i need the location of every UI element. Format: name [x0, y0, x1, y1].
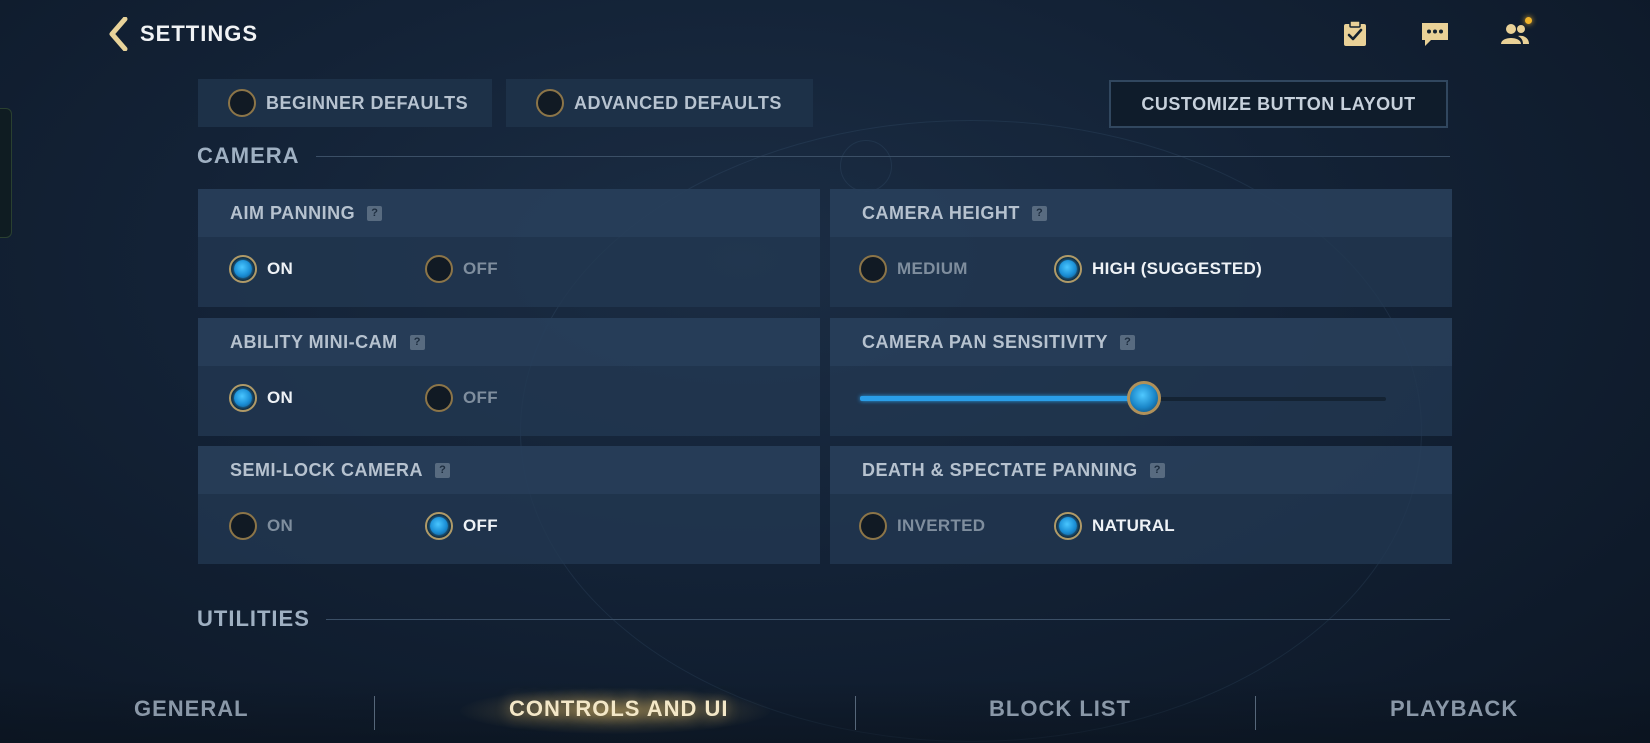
help-icon[interactable]: ? [1120, 334, 1136, 350]
option-natural[interactable]: NATURAL [1054, 512, 1175, 540]
setting-options: ON OFF [198, 494, 820, 564]
help-icon[interactable]: ? [1149, 462, 1165, 478]
advanced-defaults-button[interactable]: ADVANCED DEFAULTS [506, 79, 813, 127]
option-label: OFF [463, 259, 498, 278]
option-label: HIGH (SUGGESTED) [1092, 259, 1263, 278]
radio-unselected[interactable] [425, 255, 453, 283]
page-title: SETTINGS [140, 21, 259, 46]
option-inverted[interactable]: INVERTED [859, 512, 985, 540]
tab-block-list[interactable]: BLOCK LIST [989, 696, 1131, 722]
section-camera: CAMERA [197, 143, 1450, 169]
side-drawer-handle[interactable] [0, 108, 12, 238]
setting-title: SEMI-LOCK CAMERA [230, 459, 423, 480]
tab-divider [1255, 696, 1256, 730]
chat-button[interactable] [1418, 17, 1452, 51]
setting-title: CAMERA PAN SENSITIVITY [862, 331, 1109, 352]
option-label: ON [267, 388, 294, 407]
top-bar: SETTINGS [0, 0, 1650, 70]
help-icon[interactable]: ? [367, 205, 383, 221]
tab-controls-and-ui[interactable]: CONTROLS AND UI [509, 696, 729, 722]
radio-unselected[interactable] [859, 255, 887, 283]
setting-title: ABILITY MINI-CAM [230, 331, 398, 352]
setting-header: CAMERA PAN SENSITIVITY ? [830, 318, 1452, 366]
setting-title: AIM PANNING [230, 202, 356, 223]
setting-camera-height: CAMERA HEIGHT ? MEDIUM HIGH (SUGGESTED) [830, 189, 1452, 307]
option-on[interactable]: ON [229, 384, 293, 412]
option-off[interactable]: OFF [425, 255, 498, 283]
section-divider [325, 618, 1450, 620]
missions-button[interactable] [1338, 17, 1372, 51]
option-label: NATURAL [1092, 516, 1175, 535]
chevron-left-icon [109, 17, 128, 51]
option-label: ON [267, 516, 294, 535]
setting-header: AIM PANNING ? [198, 189, 820, 237]
notification-dot [1525, 17, 1532, 24]
bottom-nav: GENERAL CONTROLS AND UI BLOCK LIST PLAYB… [0, 680, 1650, 743]
setting-header: DEATH & SPECTATE PANNING ? [830, 446, 1452, 494]
tab-general[interactable]: GENERAL [134, 696, 249, 722]
option-on[interactable]: ON [229, 255, 293, 283]
beginner-defaults-label: BEGINNER DEFAULTS [266, 92, 469, 113]
option-high-suggested[interactable]: HIGH (SUGGESTED) [1054, 255, 1262, 283]
option-label: OFF [463, 516, 498, 535]
option-medium[interactable]: MEDIUM [859, 255, 968, 283]
setting-ability-minicam: ABILITY MINI-CAM ? ON OFF [198, 318, 820, 436]
slider-fill [860, 396, 1145, 401]
option-off[interactable]: OFF [425, 512, 498, 540]
slider-handle[interactable] [1127, 381, 1162, 415]
friends-icon [1501, 24, 1529, 44]
friends-button[interactable] [1498, 17, 1532, 51]
radio-selected[interactable] [425, 512, 453, 540]
help-icon[interactable]: ? [1031, 205, 1047, 221]
option-label: ON [267, 259, 294, 278]
setting-camera-pan-sensitivity: CAMERA PAN SENSITIVITY ? [830, 318, 1452, 436]
setting-header: SEMI-LOCK CAMERA ? [198, 446, 820, 494]
section-divider [315, 155, 1450, 157]
radio-selected[interactable] [229, 255, 257, 283]
section-title: CAMERA [197, 143, 300, 168]
help-icon[interactable]: ? [435, 462, 450, 478]
chat-icon [1422, 23, 1448, 46]
setting-aim-panning: AIM PANNING ? ON OFF [198, 189, 820, 307]
checklist-icon [1344, 20, 1366, 46]
radio-unselected[interactable] [229, 512, 257, 540]
beginner-defaults-radio[interactable] [228, 89, 256, 117]
setting-options: MEDIUM HIGH (SUGGESTED) [830, 237, 1452, 307]
setting-death-spectate-panning: DEATH & SPECTATE PANNING ? INVERTED NATU… [830, 446, 1452, 564]
beginner-defaults-button[interactable]: BEGINNER DEFAULTS [198, 79, 492, 127]
tab-divider [855, 696, 856, 730]
setting-semi-lock-camera: SEMI-LOCK CAMERA ? ON OFF [198, 446, 820, 564]
back-button[interactable]: SETTINGS [108, 14, 258, 54]
customize-button-layout-button[interactable]: CUSTOMIZE BUTTON LAYOUT [1109, 80, 1448, 128]
setting-title: CAMERA HEIGHT [862, 202, 1020, 223]
setting-options: INVERTED NATURAL [830, 494, 1452, 564]
tab-divider [374, 696, 375, 730]
setting-options [830, 366, 1452, 436]
advanced-defaults-label: ADVANCED DEFAULTS [574, 92, 782, 113]
advanced-defaults-radio[interactable] [536, 89, 564, 117]
radio-unselected[interactable] [425, 384, 453, 412]
camera-pan-sensitivity-slider[interactable] [860, 381, 1386, 415]
option-off[interactable]: OFF [425, 384, 498, 412]
radio-selected[interactable] [1054, 512, 1082, 540]
radio-unselected[interactable] [859, 512, 887, 540]
setting-options: ON OFF [198, 366, 820, 436]
setting-options: ON OFF [198, 237, 820, 307]
setting-title: DEATH & SPECTATE PANNING [862, 459, 1138, 480]
tab-playback[interactable]: PLAYBACK [1390, 696, 1518, 722]
section-title: UTILITIES [197, 606, 310, 631]
help-icon[interactable]: ? [409, 334, 425, 350]
section-utilities: UTILITIES [197, 606, 1450, 632]
option-label: INVERTED [897, 516, 986, 535]
setting-header: CAMERA HEIGHT ? [830, 189, 1452, 237]
option-label: OFF [463, 388, 498, 407]
option-on[interactable]: ON [229, 512, 293, 540]
radio-selected[interactable] [1054, 255, 1082, 283]
radio-selected[interactable] [229, 384, 257, 412]
setting-header: ABILITY MINI-CAM ? [198, 318, 820, 366]
option-label: MEDIUM [897, 259, 968, 278]
